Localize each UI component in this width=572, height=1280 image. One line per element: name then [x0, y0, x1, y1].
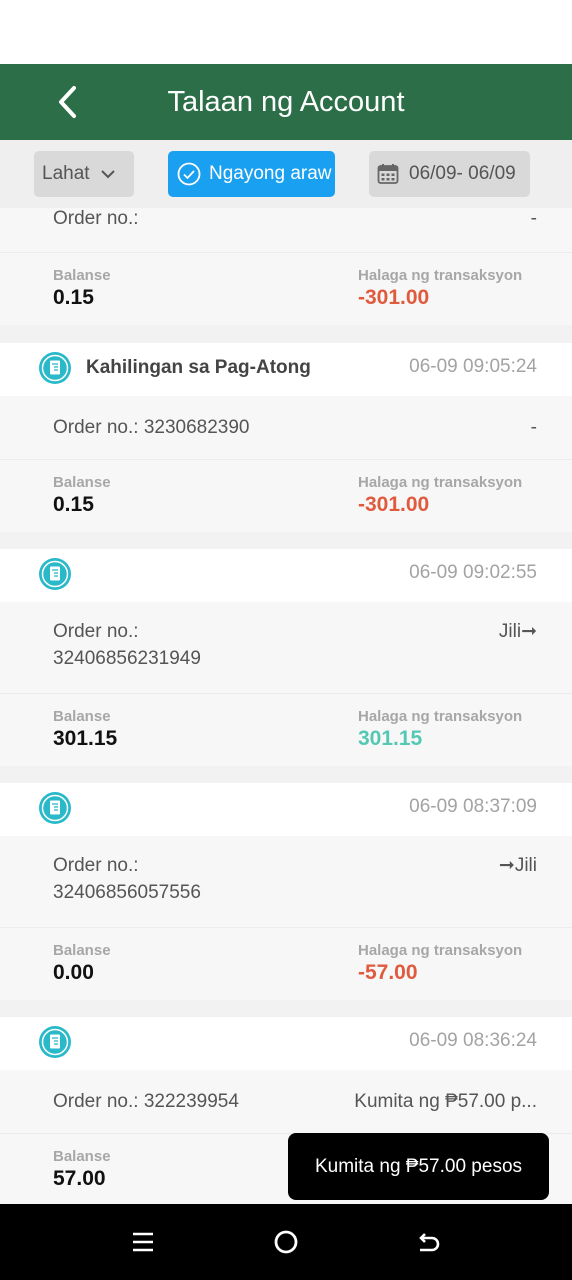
order-detail: Kumita ng ₱57.00 p...: [354, 1091, 537, 1112]
balance-value: 0.00: [53, 961, 94, 984]
filter-bar: Lahat Ngayong araw 06/09- 06/09: [0, 140, 572, 208]
system-navigation-bar: [0, 1204, 572, 1280]
type-filter-dropdown[interactable]: Lahat: [34, 151, 134, 197]
amount-value: -301.00: [358, 493, 430, 516]
balance-label: Balanse: [53, 708, 111, 725]
status-bar-area: [0, 0, 572, 64]
back-nav-button[interactable]: [409, 1222, 449, 1262]
balance-label: Balanse: [53, 942, 111, 959]
amount-row: Balanse 0.15 Halaga ng transaksyon -301.…: [0, 253, 572, 325]
balance-value: 0.15: [53, 493, 94, 516]
receipt-icon: [39, 1026, 71, 1058]
transaction-card[interactable]: Kahilingan sa Pag-Atong 06-09 09:05:24 O…: [0, 343, 572, 532]
balance-value: 57.00: [53, 1167, 106, 1190]
amount-row: Balanse 301.15 Halaga ng transaksyon 301…: [0, 694, 572, 766]
app-header: Talaan ng Account: [0, 64, 572, 140]
receipt-icon: [39, 792, 71, 824]
balance-value: 0.15: [53, 286, 94, 309]
amount-label: Halaga ng transaksyon: [358, 708, 523, 725]
order-detail: -: [530, 208, 537, 229]
balance-label: Balanse: [53, 267, 111, 284]
transaction-time: 06-09 08:36:24: [409, 1030, 537, 1051]
transaction-time: 06-09 09:02:55: [409, 562, 537, 583]
chevron-down-icon: [100, 169, 116, 179]
check-circle-icon: [177, 162, 201, 186]
amount-value: -301.00: [358, 286, 430, 309]
today-filter-button[interactable]: Ngayong araw: [168, 151, 335, 197]
transaction-card[interactable]: 06-09 09:02:55 Order no.: 32406856231949 …: [0, 549, 572, 766]
transaction-card[interactable]: 06-09 08:37:09 Order no.: 32406856057556 …: [0, 783, 572, 1000]
order-number: Order no.: 322239954: [53, 1091, 239, 1112]
transaction-card[interactable]: Order no.: - Balanse 0.15 Halaga ng tran…: [0, 208, 572, 325]
amount-value: -57.00: [358, 961, 418, 984]
home-icon: [274, 1230, 298, 1254]
transaction-time: 06-09 08:37:09: [409, 796, 537, 817]
card-header: 06-09 09:02:55: [0, 549, 572, 602]
order-row: Order no.: 32406856231949 Jili➞: [0, 602, 572, 694]
menu-icon: [133, 1232, 153, 1252]
order-row: Order no.: -: [0, 208, 572, 253]
amount-row: Balanse 0.15 Halaga ng transaksyon -301.…: [0, 460, 572, 532]
amount-label: Halaga ng transaksyon: [358, 942, 523, 959]
today-filter-label: Ngayong araw: [209, 163, 332, 184]
date-range-label: 06/09- 06/09: [409, 163, 516, 184]
chevron-left-icon: [59, 86, 76, 118]
card-header: 06-09 08:36:24: [0, 1017, 572, 1070]
amount-label: Halaga ng transaksyon: [358, 267, 523, 284]
amount-row: Balanse 0.00 Halaga ng transaksyon -57.0…: [0, 928, 572, 1000]
date-range-picker[interactable]: 06/09- 06/09: [369, 151, 530, 197]
balance-value: 301.15: [53, 727, 118, 750]
order-row: Order no.: 3230682390 -: [0, 396, 572, 460]
order-detail: ➞Jili: [498, 855, 537, 876]
order-number: Order no.: 32406856231949: [53, 621, 201, 669]
order-number: Order no.: 3230682390: [53, 417, 250, 438]
order-number: Order no.: 32406856057556: [53, 855, 201, 903]
card-header: 06-09 08:37:09: [0, 783, 572, 836]
order-detail: -: [530, 417, 537, 438]
order-row: Order no.: 322239954 Kumita ng ₱57.00 p.…: [0, 1070, 572, 1134]
order-number: Order no.:: [53, 208, 139, 229]
card-header: Kahilingan sa Pag-Atong 06-09 09:05:24: [0, 343, 572, 396]
calendar-icon: [377, 163, 399, 185]
recent-apps-button[interactable]: [123, 1222, 163, 1262]
amount-value: 301.15: [358, 727, 423, 750]
amount-label: Halaga ng transaksyon: [358, 474, 523, 491]
back-icon: [419, 1233, 440, 1252]
order-row: Order no.: 32406856057556 ➞Jili: [0, 836, 572, 928]
type-filter-label: Lahat: [42, 163, 90, 184]
receipt-icon: [39, 558, 71, 590]
home-button[interactable]: [266, 1222, 306, 1262]
transaction-time: 06-09 09:05:24: [409, 356, 537, 377]
order-detail: Jili➞: [498, 621, 537, 642]
back-button[interactable]: [44, 78, 92, 126]
transaction-type: Kahilingan sa Pag-Atong: [86, 357, 311, 378]
receipt-icon: [39, 352, 71, 384]
balance-label: Balanse: [53, 1148, 111, 1165]
balance-label: Balanse: [53, 474, 111, 491]
transaction-list[interactable]: Order no.: - Balanse 0.15 Halaga ng tran…: [0, 208, 572, 1204]
toast-notification: Kumita ng ₱57.00 pesos: [288, 1133, 549, 1200]
